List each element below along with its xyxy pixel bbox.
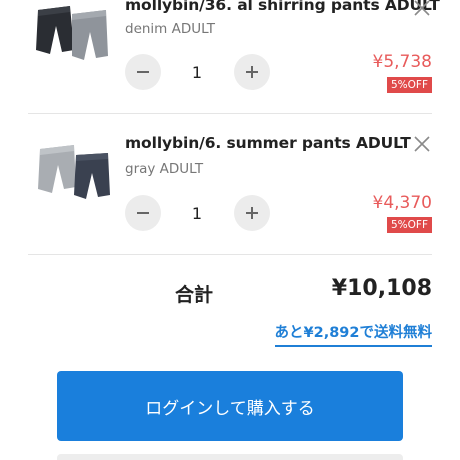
- item-price: ¥4,370: [372, 193, 432, 213]
- login-purchase-button[interactable]: ログインして購入する: [57, 371, 403, 441]
- free-shipping-link[interactable]: あと¥2,892で送料無料: [274, 321, 432, 347]
- product-thumbnail[interactable]: [30, 0, 114, 76]
- item-divider: [28, 254, 432, 255]
- minus-icon: [137, 212, 149, 214]
- total-label: 合計: [175, 284, 214, 306]
- plus-icon: [246, 207, 258, 219]
- decrement-button[interactable]: [125, 54, 161, 90]
- product-title[interactable]: mollybin/36. al shirring pants ADULT: [125, 0, 440, 14]
- discount-badge: 5%OFF: [386, 217, 432, 233]
- product-thumbnail[interactable]: [30, 129, 114, 213]
- plus-icon: [246, 66, 258, 78]
- minus-icon: [137, 71, 149, 73]
- quantity-value: 1: [191, 63, 203, 82]
- item-price: ¥5,738: [372, 52, 432, 72]
- discount-badge: 5%OFF: [386, 77, 432, 93]
- item-divider: [28, 113, 432, 114]
- cart-item: mollybin/36. al shirring pants ADULT den…: [0, 0, 460, 115]
- decrement-button[interactable]: [125, 195, 161, 231]
- close-icon[interactable]: [412, 0, 432, 18]
- increment-button[interactable]: [234, 54, 270, 90]
- total-value: ¥10,108: [331, 276, 432, 301]
- product-title[interactable]: mollybin/6. summer pants ADULT: [125, 134, 411, 152]
- product-variant: gray ADULT: [125, 161, 204, 177]
- secondary-button[interactable]: [57, 454, 403, 460]
- product-variant: denim ADULT: [125, 21, 216, 37]
- close-icon[interactable]: [412, 134, 432, 154]
- quantity-value: 1: [191, 204, 203, 223]
- increment-button[interactable]: [234, 195, 270, 231]
- cart-item: mollybin/6. summer pants ADULT gray ADUL…: [0, 115, 460, 255]
